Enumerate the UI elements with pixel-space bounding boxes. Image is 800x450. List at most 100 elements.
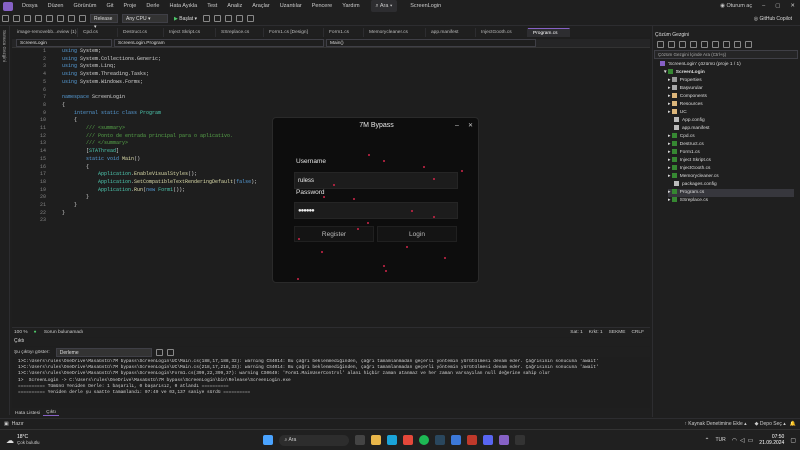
- file-explorer-icon[interactable]: [370, 435, 381, 445]
- tree-item[interactable]: ▸ Properties: [668, 77, 702, 85]
- chrome-icon[interactable]: [402, 435, 413, 445]
- menu-project[interactable]: Proje: [118, 0, 141, 12]
- sync-icon[interactable]: [690, 40, 697, 48]
- undo-icon[interactable]: [68, 15, 75, 22]
- wrench-icon[interactable]: [745, 40, 752, 48]
- redo-icon[interactable]: [79, 15, 86, 22]
- tree-item[interactable]: ▸ Destruct.cs: [668, 141, 704, 149]
- dialog-minimize-button[interactable]: –: [455, 122, 459, 129]
- server-explorer-tab[interactable]: Sunucu Gezgini: [2, 30, 7, 62]
- eol-indicator[interactable]: CRLF: [631, 330, 644, 335]
- tree-item[interactable]: ▸ Components: [668, 93, 707, 101]
- new-project-icon[interactable]: [24, 15, 31, 22]
- login-button[interactable]: Login: [377, 226, 457, 242]
- username-input[interactable]: ruless: [294, 172, 458, 189]
- tree-item-selected[interactable]: ▸ Program.cs: [668, 189, 794, 197]
- menu-build[interactable]: Derle: [141, 0, 164, 12]
- menu-help[interactable]: Yardım: [337, 0, 364, 12]
- zoom-level[interactable]: 100 %: [14, 330, 28, 335]
- tree-item[interactable]: App.config: [674, 117, 705, 125]
- open-icon[interactable]: [35, 15, 42, 22]
- member-dropdown[interactable]: Main(): [326, 39, 536, 47]
- tab-output[interactable]: Çıktı: [43, 410, 59, 416]
- edge-icon[interactable]: [386, 435, 397, 445]
- word-wrap-icon[interactable]: [166, 348, 174, 356]
- dialog-close-button[interactable]: ✕: [468, 122, 473, 129]
- output-source-select[interactable]: Derleme: [55, 347, 152, 357]
- notifications-icon[interactable]: ▢: [790, 437, 796, 444]
- menu-test[interactable]: Test: [202, 0, 222, 12]
- discord-icon[interactable]: [482, 435, 493, 445]
- tree-item[interactable]: ▸ Form1.cs: [668, 149, 700, 157]
- game-app-icon[interactable]: [466, 435, 477, 445]
- tree-item[interactable]: ▸ UC: [668, 109, 687, 117]
- home-icon[interactable]: [679, 40, 686, 48]
- refresh-icon[interactable]: [701, 40, 708, 48]
- forward-icon[interactable]: [668, 40, 675, 48]
- doc-tab[interactable]: Form1.cs [Design]: [264, 28, 324, 37]
- task-view-icon[interactable]: [354, 435, 365, 445]
- doc-tab[interactable]: InjectGooth.cs: [476, 28, 528, 37]
- repo-select-button[interactable]: ◆ Depo Seç ▴: [755, 421, 786, 427]
- forward-icon[interactable]: [13, 15, 20, 22]
- doc-tab[interactable]: Cpd.cs: [78, 28, 118, 37]
- output-text[interactable]: 1>C:\Users\rules\OneDrive\Masaüstü\7M by…: [18, 359, 646, 396]
- issues-indicator[interactable]: ● Sorun bulunamadı: [34, 330, 89, 335]
- start-button[interactable]: ▶ Başlat ▾: [174, 16, 197, 22]
- doc-tab[interactable]: SSreplace.cs: [216, 28, 264, 37]
- project-node[interactable]: ▾ ScreenLogin: [664, 69, 705, 77]
- doc-tab[interactable]: image-removebb...eview (1).png: [12, 28, 78, 37]
- menu-window[interactable]: Pencere: [307, 0, 338, 12]
- taskbar-search[interactable]: ⌕ Ara: [278, 434, 349, 446]
- start-menu-icon[interactable]: [262, 435, 273, 445]
- close-window-button[interactable]: ✕: [785, 0, 800, 12]
- show-all-files-icon[interactable]: [723, 40, 730, 48]
- doc-tab[interactable]: Form1.cs: [324, 28, 364, 37]
- maximize-window-button[interactable]: ▢: [770, 0, 785, 12]
- hot-reload-icon[interactable]: [214, 15, 222, 22]
- comment-icon[interactable]: [236, 15, 244, 22]
- menu-file[interactable]: Dosya: [17, 0, 43, 12]
- collapse-all-icon[interactable]: [712, 40, 719, 48]
- copilot-button[interactable]: ◎ GitHub Copilot: [754, 16, 792, 22]
- menu-analyze[interactable]: Analiz: [222, 0, 247, 12]
- doc-tab[interactable]: Memorycleaner.cs: [364, 28, 426, 37]
- menu-edit[interactable]: Düzen: [43, 0, 69, 12]
- volume-icon[interactable]: ◁: [740, 437, 745, 444]
- properties-icon[interactable]: [734, 40, 741, 48]
- menu-git[interactable]: Git: [101, 0, 118, 12]
- bookmark-icon[interactable]: [225, 15, 233, 22]
- solution-root[interactable]: 'ScreenLogin' çözümü (proje 1 / 1): [660, 61, 741, 69]
- account-button[interactable]: ◉ Oturum aç: [715, 0, 757, 12]
- terminal-icon[interactable]: [514, 435, 525, 445]
- project-dropdown[interactable]: ScreenLogin: [16, 39, 112, 47]
- weather-widget[interactable]: ☁ 18°C Çok bulutlu: [6, 434, 40, 446]
- tab-indicator[interactable]: SEKME: [609, 330, 626, 335]
- save-all-icon[interactable]: [57, 15, 64, 22]
- class-dropdown[interactable]: ScreenLogin.Program: [114, 39, 324, 47]
- tree-item[interactable]: ▸ SSreplace.cs: [668, 197, 708, 205]
- minimize-window-button[interactable]: –: [757, 0, 770, 12]
- source-control-button[interactable]: ↑ Kaynak Denetimine Ekle ▴: [684, 421, 746, 427]
- back-icon[interactable]: [2, 15, 9, 22]
- doc-tab[interactable]: Inject Skript.cs: [164, 28, 216, 37]
- search-menu[interactable]: ⌕ Ara ▾: [370, 0, 398, 12]
- tree-item[interactable]: ▸ InjectGooth.cs: [668, 165, 710, 173]
- register-button[interactable]: Register: [294, 226, 374, 242]
- start-without-debug-icon[interactable]: [203, 15, 211, 22]
- tree-item[interactable]: packages.config: [674, 181, 717, 189]
- doc-tab-active[interactable]: Program.cs: [528, 28, 570, 37]
- tray-chevron-icon[interactable]: ⌃: [704, 437, 709, 444]
- store-icon[interactable]: [450, 435, 461, 445]
- tree-item[interactable]: ▸ Cpd.cs: [668, 133, 695, 141]
- doc-tab[interactable]: Destruct.cs: [118, 28, 164, 37]
- back-icon[interactable]: [657, 40, 664, 48]
- menu-view[interactable]: Görünüm: [69, 0, 102, 12]
- menu-debug[interactable]: Hata Ayıkla: [164, 0, 202, 12]
- wifi-icon[interactable]: ◠: [732, 437, 737, 444]
- spotify-icon[interactable]: [418, 435, 429, 445]
- notification-icon[interactable]: 🔔: [790, 421, 796, 427]
- tab-error-list[interactable]: Hata Listesi: [12, 411, 43, 416]
- tree-item[interactable]: ▸ Resources: [668, 101, 703, 109]
- menu-tools[interactable]: Araçlar: [247, 0, 274, 12]
